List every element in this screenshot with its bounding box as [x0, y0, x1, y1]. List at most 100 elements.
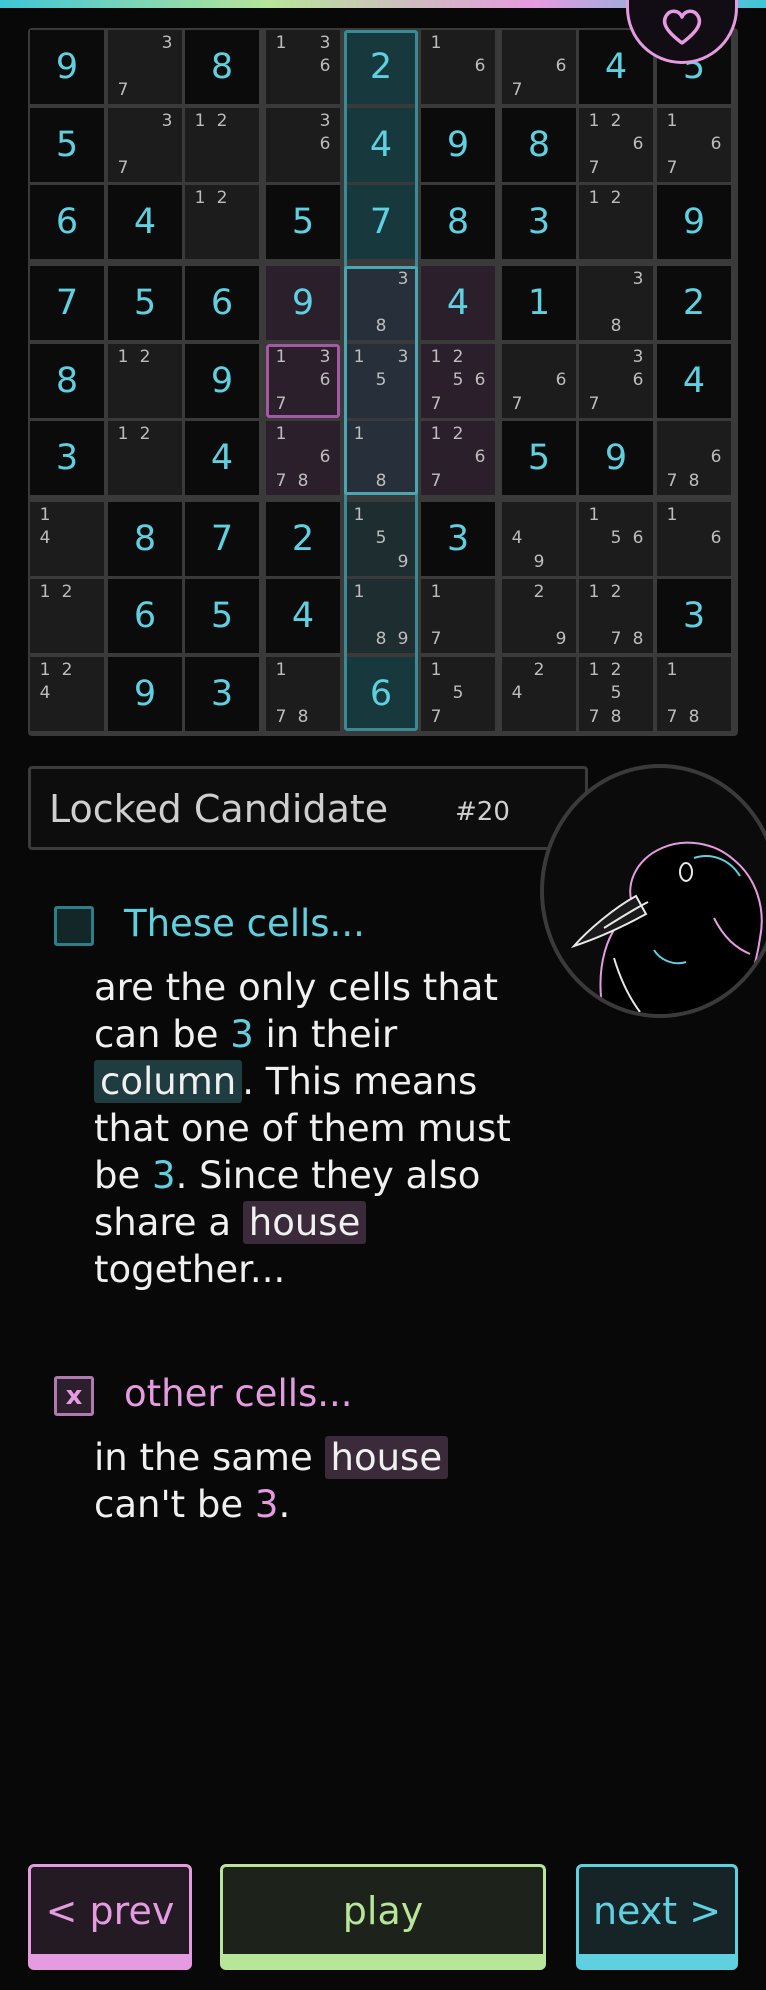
sudoku-cell[interactable]: 9 [108, 657, 182, 731]
sudoku-cell[interactable]: 9 [266, 266, 340, 340]
sudoku-cell[interactable]: 1 6 7 [657, 108, 731, 182]
sudoku-cell[interactable]: 3 [185, 657, 259, 731]
sudoku-cell[interactable]: 4 [108, 185, 182, 259]
sudoku-cell[interactable]: 12 [579, 185, 653, 259]
sudoku-cell[interactable]: 17 [421, 579, 495, 653]
sudoku-cell[interactable]: 9 [421, 108, 495, 182]
sudoku-cell[interactable]: 1 89 [344, 579, 418, 653]
sudoku-cell[interactable]: 6 78 [657, 421, 731, 495]
candidate: 1 [194, 188, 206, 209]
sudoku-cell[interactable]: 8 [421, 185, 495, 259]
sudoku-cell[interactable]: 5 [30, 108, 104, 182]
sudoku-cell[interactable]: 157 [421, 657, 495, 731]
play-button[interactable]: play [220, 1864, 546, 1970]
sudoku-cell[interactable]: 12 [30, 579, 104, 653]
candidate [447, 446, 469, 469]
sudoku-cell[interactable]: 3 [421, 502, 495, 576]
sudoku-cell[interactable]: 7 [344, 185, 418, 259]
sudoku-cell[interactable]: 18 [344, 421, 418, 495]
sudoku-cell[interactable]: 29 [502, 579, 576, 653]
sudoku-cell[interactable]: 8 [108, 502, 182, 576]
sudoku-cell[interactable]: 9 [185, 344, 259, 418]
sudoku-cell[interactable]: 5 [108, 266, 182, 340]
next-button[interactable]: next > [576, 1864, 738, 1970]
sudoku-cell[interactable]: 12578 [579, 657, 653, 731]
candidate [469, 659, 491, 682]
sudoku-cell[interactable]: 6 [344, 657, 418, 731]
sudoku-cell[interactable]: 2 [344, 30, 418, 104]
sudoku-cell[interactable]: 5 [502, 421, 576, 495]
sudoku-cell[interactable]: 1 78 [657, 657, 731, 731]
sudoku-cell[interactable]: 156 [579, 502, 653, 576]
sudoku-cell[interactable]: 1 36 7 [266, 344, 340, 418]
sudoku-cell[interactable]: 16 [421, 30, 495, 104]
candidate: 6 [632, 528, 644, 549]
sudoku-cell[interactable]: 49 [502, 502, 576, 576]
candidate [506, 659, 528, 682]
candidate [447, 604, 469, 627]
sudoku-cell[interactable]: 159 [344, 502, 418, 576]
sudoku-cell[interactable]: 4 [657, 344, 731, 418]
sudoku-cell[interactable]: 36 [266, 108, 340, 182]
sudoku-cell[interactable]: 124 [30, 657, 104, 731]
step1-checkbox[interactable] [54, 906, 94, 946]
sudoku-cell[interactable]: 12 [185, 185, 259, 259]
candidate [683, 527, 705, 550]
sudoku-cell[interactable]: 8 [185, 30, 259, 104]
sudoku-cell[interactable]: 1678 [266, 421, 340, 495]
sudoku-cell[interactable]: 3 [30, 421, 104, 495]
candidate [528, 628, 550, 651]
sudoku-cell[interactable]: 1 [502, 266, 576, 340]
sudoku-cell[interactable]: 6 [30, 185, 104, 259]
cell-value: 1 [527, 283, 551, 323]
sudoku-cell[interactable]: 14 [30, 502, 104, 576]
candidate: 7 [588, 157, 600, 178]
prev-button[interactable]: < prev [28, 1864, 192, 1970]
sudoku-cell[interactable]: 36 7 [579, 344, 653, 418]
sudoku-cell[interactable]: 5 [185, 579, 259, 653]
sudoku-cell[interactable]: 4 [185, 421, 259, 495]
sudoku-cell[interactable]: 6 [108, 579, 182, 653]
candidate: 3 [397, 347, 409, 368]
candidate: 7 [511, 393, 523, 414]
sudoku-cell[interactable]: 1 78 [266, 657, 340, 731]
sudoku-cell[interactable]: 1 36 [266, 30, 340, 104]
sudoku-cell[interactable]: 2 [266, 502, 340, 576]
sudoku-cell[interactable]: 38 [344, 266, 418, 340]
candidate [661, 446, 683, 469]
sudoku-cell[interactable]: 8 [502, 108, 576, 182]
candidate [705, 110, 727, 133]
sudoku-cell[interactable]: 12 [185, 108, 259, 182]
sudoku-cell[interactable]: 16 [657, 502, 731, 576]
sudoku-cell[interactable]: 4 [344, 108, 418, 182]
sudoku-cell[interactable]: 7 [185, 502, 259, 576]
sudoku-cell[interactable]: 126 7 [579, 108, 653, 182]
sudoku-cell[interactable]: 5 [266, 185, 340, 259]
sudoku-cell[interactable]: 24 [502, 657, 576, 731]
sudoku-cell[interactable]: 12 78 [579, 579, 653, 653]
sudoku-cell[interactable]: 67 [502, 30, 576, 104]
sudoku-cell[interactable]: 67 [502, 344, 576, 418]
candidate [605, 157, 627, 180]
sudoku-cell[interactable]: 7 [30, 266, 104, 340]
sudoku-cell[interactable]: 9 [579, 421, 653, 495]
sudoku-cell[interactable]: 37 [108, 108, 182, 182]
sudoku-cell[interactable]: 9 [30, 30, 104, 104]
sudoku-cell[interactable]: 3 [657, 579, 731, 653]
candidate [683, 551, 705, 574]
sudoku-cell[interactable]: 1256 7 [421, 344, 495, 418]
sudoku-cell[interactable]: 8 [30, 344, 104, 418]
sudoku-cell[interactable]: 38 [579, 266, 653, 340]
sudoku-cell[interactable]: 4 [421, 266, 495, 340]
sudoku-cell[interactable]: 1 35 [344, 344, 418, 418]
sudoku-cell[interactable]: 12 [108, 344, 182, 418]
sudoku-cell[interactable]: 6 [185, 266, 259, 340]
sudoku-cell[interactable]: 9 [657, 185, 731, 259]
sudoku-cell[interactable]: 3 [502, 185, 576, 259]
sudoku-cell[interactable]: 12 [108, 421, 182, 495]
step2-checkbox[interactable]: x [54, 1376, 94, 1416]
sudoku-cell[interactable]: 37 [108, 30, 182, 104]
sudoku-cell[interactable]: 2 [657, 266, 731, 340]
sudoku-cell[interactable]: 126 7 [421, 421, 495, 495]
sudoku-cell[interactable]: 4 [266, 579, 340, 653]
